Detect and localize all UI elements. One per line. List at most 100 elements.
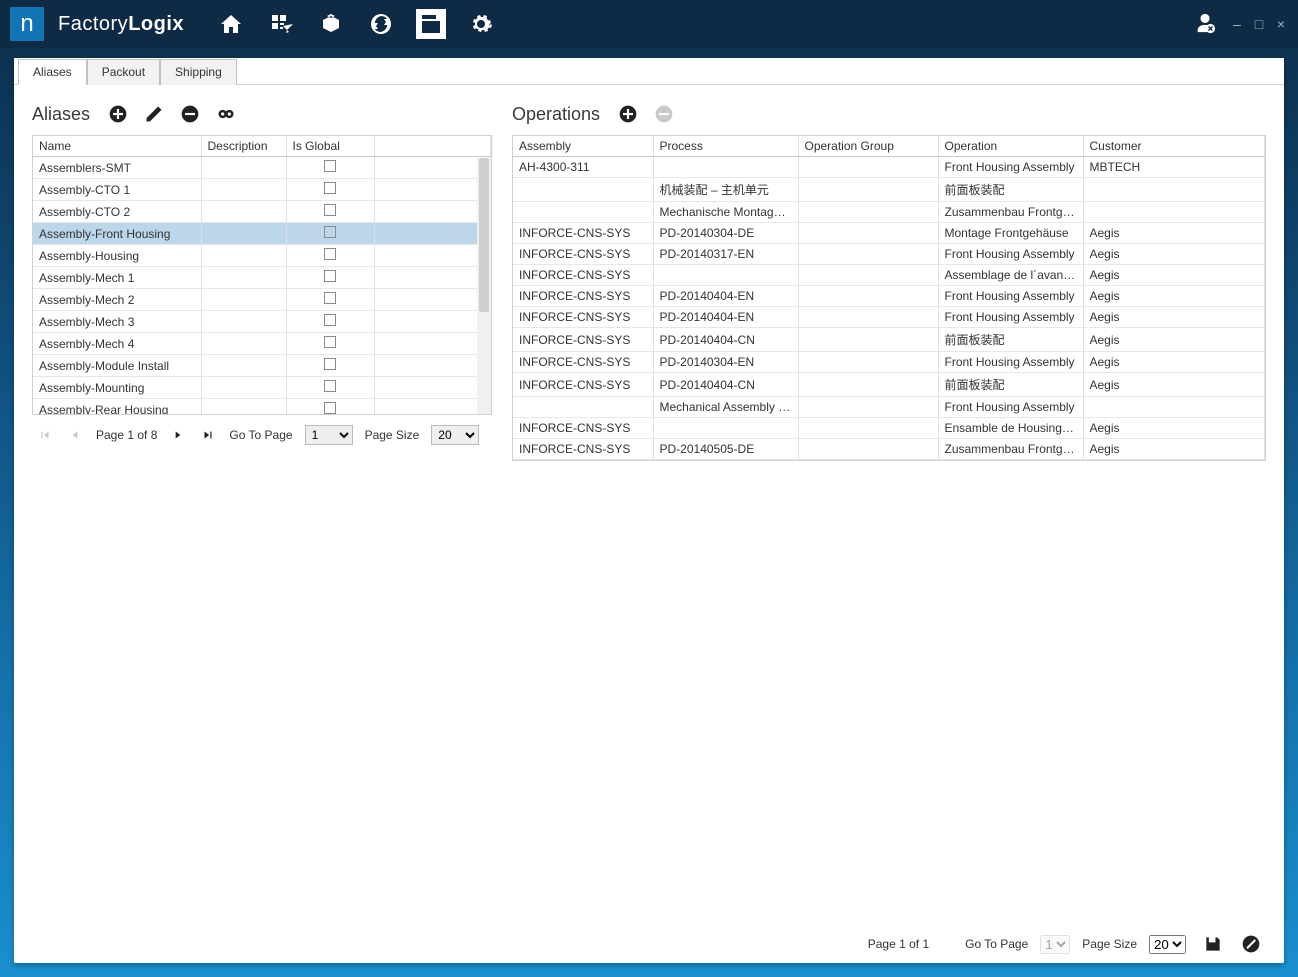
aliases-col-header[interactable]: Description [201, 136, 286, 157]
aliases-row[interactable]: Assembly-Front Housing [33, 223, 491, 245]
global-checkbox[interactable] [324, 358, 336, 370]
aliases-view-button[interactable] [216, 104, 236, 124]
operations-col-header[interactable]: Process [653, 136, 798, 157]
tab-packout[interactable]: Packout [87, 59, 160, 85]
global-checkbox[interactable] [324, 314, 336, 326]
operations-header-row: AssemblyProcessOperation GroupOperationC… [513, 136, 1265, 157]
aliases-row[interactable]: Assembly-Mech 4 [33, 333, 491, 355]
aliases-next-page[interactable] [169, 427, 187, 443]
tab-shipping[interactable]: Shipping [160, 59, 237, 85]
operations-row[interactable]: INFORCE-CNS-SYSPD-20140404-ENFront Housi… [513, 307, 1265, 328]
global-checkbox[interactable] [324, 402, 336, 414]
aliases-scrollbar[interactable] [477, 158, 491, 414]
box-arrow-icon[interactable] [316, 9, 346, 39]
operations-add-button[interactable] [618, 104, 638, 124]
global-checkbox[interactable] [324, 336, 336, 348]
aliases-page-status: Page 1 of 8 [96, 428, 157, 442]
operations-grid[interactable]: AssemblyProcessOperation GroupOperationC… [513, 136, 1265, 460]
aliases-first-page[interactable] [36, 427, 54, 443]
app-logo-text: FactoryLogix [58, 13, 184, 36]
aliases-goto-label: Go To Page [229, 428, 292, 442]
operations-row[interactable]: INFORCE-CNS-SYSAssemblage de l´avant...A… [513, 265, 1265, 286]
operations-row[interactable]: INFORCE-CNS-SYSPD-20140304-ENFront Housi… [513, 352, 1265, 373]
operations-size-select[interactable]: 20 [1149, 935, 1186, 954]
cancel-button[interactable] [1240, 933, 1262, 955]
aliases-add-button[interactable] [108, 104, 128, 124]
operations-goto-label: Go To Page [965, 937, 1028, 951]
operations-size-label: Page Size [1082, 937, 1137, 951]
aliases-prev-page[interactable] [66, 427, 84, 443]
global-checkbox[interactable] [324, 248, 336, 260]
user-menu-icon[interactable] [1194, 12, 1216, 37]
main-panel: AliasesPackoutShipping Aliases NameDescr… [14, 58, 1284, 963]
aliases-title: Aliases [32, 104, 90, 125]
operations-pager: Page 1 of 1 Go To Page 1 Page Size 20 [844, 935, 1186, 954]
operations-grid-wrap: AssemblyProcessOperation GroupOperationC… [512, 135, 1266, 461]
operations-col-header[interactable]: Assembly [513, 136, 653, 157]
operations-row[interactable]: Mechanical Assembly - C...Front Housing … [513, 397, 1265, 418]
operations-row[interactable]: INFORCE-CNS-SYSEnsamble de Housing Fr...… [513, 418, 1265, 439]
aliases-row[interactable]: Assembly-Mech 3 [33, 311, 491, 333]
aliases-remove-button[interactable] [180, 104, 200, 124]
aliases-row[interactable]: Assembly-CTO 1 [33, 179, 491, 201]
gear-icon[interactable] [466, 9, 496, 39]
aliases-grid[interactable]: NameDescriptionIs Global Assemblers-SMTA… [33, 136, 491, 415]
operations-row[interactable]: INFORCE-CNS-SYSPD-20140404-CN前面板装配Aegis [513, 373, 1265, 397]
content-area: Aliases NameDescriptionIs Global Assembl… [14, 85, 1284, 963]
aliases-header-row: NameDescriptionIs Global [33, 136, 491, 157]
aliases-row[interactable]: Assembly-Mounting [33, 377, 491, 399]
operations-col-header[interactable]: Operation Group [798, 136, 938, 157]
global-checkbox[interactable] [324, 380, 336, 392]
aliases-row[interactable]: Assembly-CTO 2 [33, 201, 491, 223]
aliases-col-header[interactable]: Name [33, 136, 201, 157]
global-checkbox[interactable] [324, 204, 336, 216]
global-checkbox[interactable] [324, 160, 336, 172]
app-topbar: n FactoryLogix – □ × [0, 0, 1298, 48]
aliases-row[interactable]: Assembly-Rear Housing [33, 399, 491, 416]
operations-row[interactable]: INFORCE-CNS-SYSPD-20140317-ENFront Housi… [513, 244, 1265, 265]
window-maximize[interactable]: □ [1252, 16, 1266, 32]
aliases-row[interactable]: Assembly-Module Install [33, 355, 491, 377]
aliases-goto-select[interactable]: 1 [305, 425, 353, 445]
aliases-col-header[interactable]: Is Global [286, 136, 374, 157]
tabstrip: AliasesPackoutShipping [14, 58, 1284, 85]
aliases-last-page[interactable] [199, 427, 217, 443]
aliases-row[interactable]: Assembly-Housing [33, 245, 491, 267]
operations-title: Operations [512, 104, 600, 125]
aliases-edit-button[interactable] [144, 104, 164, 124]
operations-row[interactable]: INFORCE-CNS-SYSPD-20140404-CN前面板装配Aegis [513, 328, 1265, 352]
operations-remove-button[interactable] [654, 104, 674, 124]
home-icon[interactable] [216, 9, 246, 39]
operations-row[interactable]: 机械装配 – 主机单元前面板装配 [513, 178, 1265, 202]
aliases-row[interactable]: Assembly-Mech 2 [33, 289, 491, 311]
aliases-col-header[interactable] [374, 136, 491, 157]
window-close[interactable]: × [1274, 16, 1288, 32]
grid-pencil-icon[interactable] [266, 9, 296, 39]
operations-panel: Operations AssemblyProcessOperation Grou… [512, 99, 1266, 949]
tab-aliases[interactable]: Aliases [18, 59, 87, 85]
window-controls: – □ × [1230, 16, 1288, 32]
aliases-row[interactable]: Assembly-Mech 1 [33, 267, 491, 289]
operations-goto-select[interactable]: 1 [1040, 935, 1070, 954]
save-button[interactable] [1202, 933, 1224, 955]
aliases-panel: Aliases NameDescriptionIs Global Assembl… [32, 99, 492, 949]
operations-row[interactable]: AH-4300-311Front Housing AssemblyMBTECH [513, 157, 1265, 178]
operations-page-status: Page 1 of 1 [868, 937, 929, 951]
aliases-pager: Page 1 of 8 Go To Page 1 Page Size 20 [32, 415, 492, 445]
aliases-size-select[interactable]: 20 [431, 425, 479, 445]
global-checkbox[interactable] [324, 182, 336, 194]
operations-row[interactable]: INFORCE-CNS-SYSPD-20140404-ENFront Housi… [513, 286, 1265, 307]
global-checkbox[interactable] [324, 270, 336, 282]
report-icon[interactable] [416, 9, 446, 39]
operations-col-header[interactable]: Customer [1083, 136, 1265, 157]
global-checkbox[interactable] [324, 226, 336, 238]
global-checkbox[interactable] [324, 292, 336, 304]
operations-row[interactable]: INFORCE-CNS-SYSPD-20140304-DEMontage Fro… [513, 223, 1265, 244]
operations-row[interactable]: Mechanische Montage -...Zusammenbau Fron… [513, 202, 1265, 223]
operations-row[interactable]: INFORCE-CNS-SYSPD-20140505-DEZusammenbau… [513, 439, 1265, 460]
window-minimize[interactable]: – [1230, 16, 1244, 32]
aliases-size-label: Page Size [365, 428, 420, 442]
aliases-row[interactable]: Assemblers-SMT [33, 157, 491, 179]
operations-col-header[interactable]: Operation [938, 136, 1083, 157]
globe-arrows-icon[interactable] [366, 9, 396, 39]
